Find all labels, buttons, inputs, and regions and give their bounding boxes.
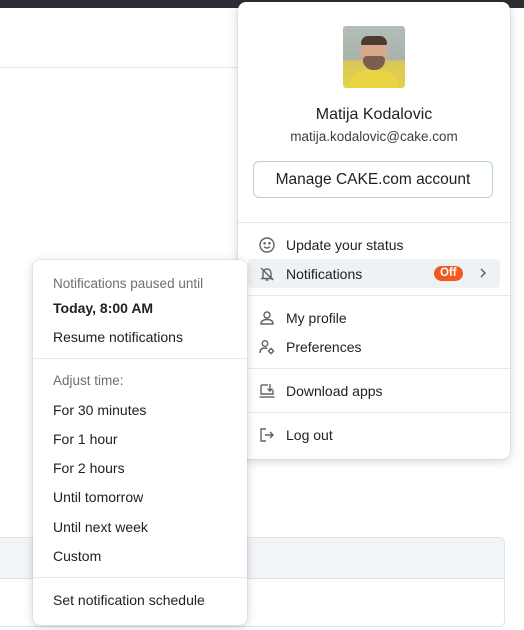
option-1-hour[interactable]: For 1 hour [53, 431, 118, 447]
option-custom[interactable]: Custom [53, 548, 101, 564]
set-schedule-button[interactable]: Set notification schedule [53, 592, 205, 608]
menu-divider [238, 412, 510, 413]
app-header-divider [0, 67, 260, 68]
smiley-icon [258, 236, 276, 254]
log-out-label: Log out [286, 426, 333, 443]
notifications-item[interactable]: Notifications Off [248, 259, 500, 288]
manage-account-button[interactable]: Manage CAKE.com account [253, 161, 493, 198]
user-icon [258, 309, 276, 327]
option-until-tomorrow[interactable]: Until tomorrow [53, 489, 143, 505]
bell-off-icon [258, 265, 276, 283]
paused-until-time: Today, 8:00 AM [53, 300, 154, 316]
menu-divider [238, 222, 510, 223]
adjust-time-label: Adjust time: [53, 373, 124, 388]
user-settings-icon [258, 338, 276, 356]
user-email: matija.kodalovic@cake.com [290, 129, 458, 144]
download-apps-item[interactable]: Download apps [248, 376, 500, 405]
preferences-item[interactable]: Preferences [248, 332, 500, 361]
avatar [343, 26, 405, 88]
chevron-right-icon [476, 266, 490, 280]
my-profile-label: My profile [286, 309, 347, 326]
update-status-label: Update your status [286, 236, 404, 253]
submenu-divider [33, 577, 247, 578]
download-icon [258, 382, 276, 400]
menu-divider [238, 368, 510, 369]
notifications-status-badge: Off [434, 266, 463, 281]
notifications-submenu: Notifications paused until Today, 8:00 A… [33, 260, 247, 625]
menu-divider [238, 295, 510, 296]
option-2-hours[interactable]: For 2 hours [53, 460, 125, 476]
option-30-minutes[interactable]: For 30 minutes [53, 402, 146, 418]
log-out-item[interactable]: Log out [248, 420, 500, 449]
notifications-label: Notifications [286, 265, 363, 282]
preferences-label: Preferences [286, 338, 362, 355]
my-profile-item[interactable]: My profile [248, 303, 500, 332]
user-name: Matija Kodalovic [315, 106, 433, 123]
logout-icon [258, 426, 276, 444]
update-status-item[interactable]: Update your status [248, 230, 500, 259]
account-menu: Matija Kodalovic matija.kodalovic@cake.c… [238, 2, 510, 459]
option-until-next-week[interactable]: Until next week [53, 519, 148, 535]
resume-notifications-button[interactable]: Resume notifications [53, 329, 183, 345]
download-apps-label: Download apps [286, 382, 383, 399]
paused-until-label: Notifications paused until [53, 276, 204, 291]
submenu-divider [33, 358, 247, 359]
